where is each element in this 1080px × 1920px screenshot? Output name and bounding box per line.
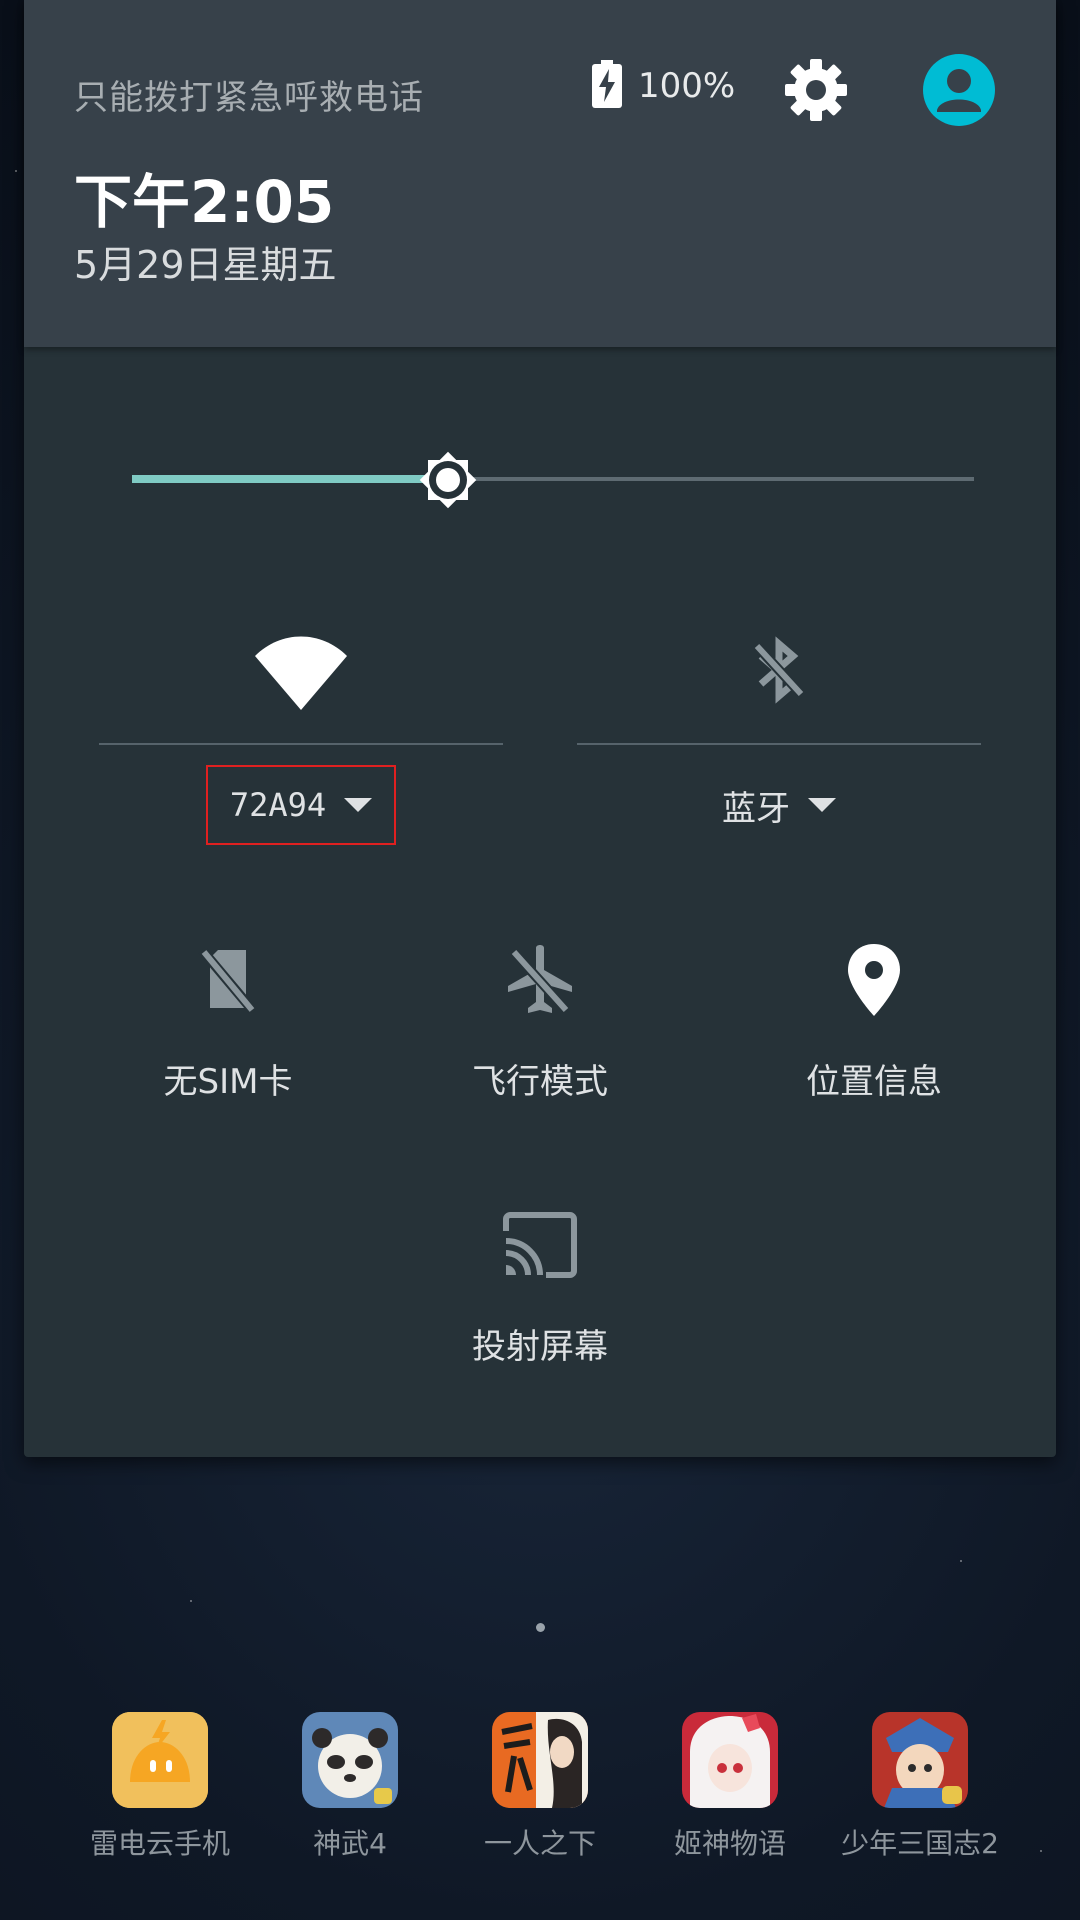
battery-charging-icon	[592, 60, 622, 112]
dock-app-shaoniansanguozhi2[interactable]: 少年三国志2	[830, 1712, 1010, 1862]
user-avatar-icon[interactable]	[923, 54, 995, 126]
tile-label-no-sim: 无SIM卡	[163, 1062, 293, 1102]
wifi-network-dropdown[interactable]: 72A94	[206, 765, 396, 845]
bluetooth-divider	[577, 743, 981, 745]
dock-app-yirenzhixia[interactable]: 一人之下	[450, 1712, 630, 1862]
leidian-cloud-icon	[112, 1712, 208, 1808]
carrier-status: 只能拨打紧急呼救电话	[74, 78, 424, 118]
dock-app-label: 一人之下	[483, 1827, 596, 1860]
location-pin-icon	[834, 940, 914, 1024]
dock-app-label: 雷电云手机	[89, 1827, 230, 1860]
tile-label-cast: 投射屏幕	[472, 1327, 608, 1367]
dock-app-label: 神武4	[313, 1827, 387, 1860]
brightness-sun-icon[interactable]	[408, 440, 488, 520]
tile-cast-screen[interactable]: 投射屏幕	[390, 1205, 690, 1405]
page-indicator	[536, 1623, 545, 1632]
bluetooth-label: 蓝牙	[722, 788, 790, 829]
star	[1040, 1850, 1042, 1852]
tile-airplane-mode[interactable]: 飞行模式	[390, 940, 690, 1140]
star	[190, 1600, 192, 1602]
panel-header: 只能拨打紧急呼救电话 100% 下午2:05 5月29日星期五	[24, 0, 1056, 347]
shaonian-sanguozhi2-icon	[872, 1712, 968, 1808]
bluetooth-toggle[interactable]: 蓝牙	[577, 620, 981, 860]
jishenwuyu-icon	[682, 1712, 778, 1808]
dock-app-jishenwuyu[interactable]: 姬神物语	[640, 1712, 820, 1862]
chevron-down-icon	[344, 798, 373, 812]
airplane-icon	[500, 940, 580, 1024]
dock-app-leidian[interactable]: 雷电云手机	[70, 1712, 250, 1862]
shenwu4-icon	[302, 1712, 398, 1808]
wifi-network-name: 72A94	[229, 786, 327, 824]
bluetooth-disabled-icon[interactable]	[739, 630, 819, 714]
settings-gear-icon[interactable]	[784, 58, 848, 122]
chevron-down-icon	[808, 798, 836, 812]
tile-location[interactable]: 位置信息	[724, 940, 1024, 1140]
wifi-icon[interactable]	[253, 630, 349, 714]
battery-indicator[interactable]: 100%	[592, 60, 735, 112]
star	[15, 170, 17, 172]
star	[960, 1560, 962, 1562]
clock-time: 下午2:05	[74, 168, 335, 236]
tile-label-airplane: 飞行模式	[472, 1062, 608, 1102]
brightness-slider[interactable]	[132, 450, 974, 510]
dock-app-label: 少年三国志2	[841, 1827, 999, 1860]
quick-settings-panel: 只能拨打紧急呼救电话 100% 下午2:05 5月29日星期五 72A94 蓝牙…	[24, 0, 1056, 1457]
bluetooth-dropdown[interactable]: 蓝牙	[706, 765, 852, 845]
tile-no-sim[interactable]: 无SIM卡	[78, 940, 378, 1140]
yirenzhixia-icon	[492, 1712, 588, 1808]
brightness-fill	[132, 475, 448, 483]
wifi-divider	[99, 743, 503, 745]
battery-percent: 100%	[638, 66, 736, 106]
dock-app-shenwu4[interactable]: 神武4	[260, 1712, 440, 1862]
dock-app-label: 姬神物语	[673, 1827, 786, 1860]
tile-label-location: 位置信息	[806, 1062, 942, 1102]
no-sim-icon	[188, 940, 268, 1024]
clock-date: 5月29日星期五	[74, 243, 337, 287]
cast-icon	[500, 1205, 580, 1289]
wifi-toggle[interactable]: 72A94	[99, 620, 503, 860]
